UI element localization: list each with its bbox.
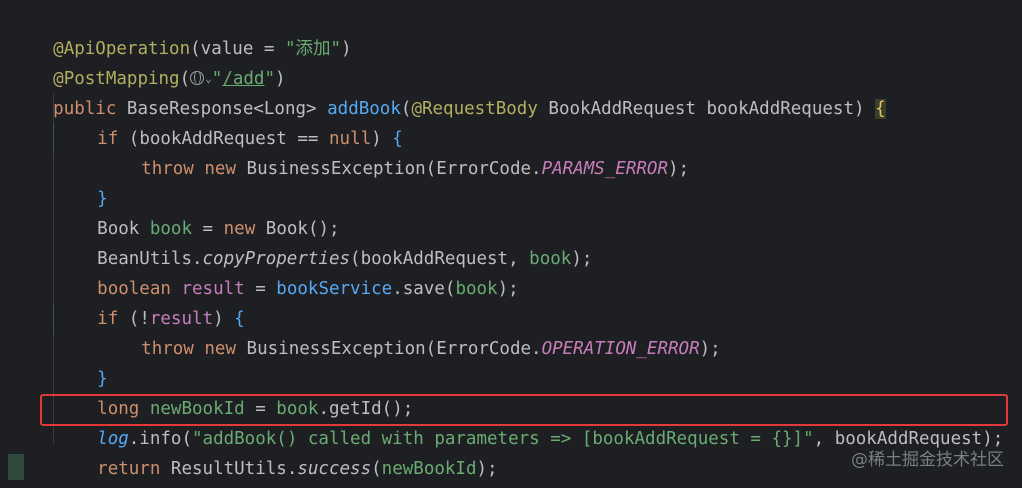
code-line-8[interactable]: BeanUtils.copyProperties(bookAddRequest,… [55, 214, 592, 269]
highlight-box [40, 394, 1008, 426]
indent-guide [53, 124, 54, 154]
variable: book [455, 279, 498, 299]
variable: newBookId [381, 459, 477, 479]
code-line-12[interactable]: } [55, 334, 108, 389]
code-line-16[interactable]: } [11, 454, 64, 484]
code-line-3[interactable]: public BaseResponse<Long> addBook(@Reque… [11, 64, 886, 119]
code-line-1[interactable]: @ApiOperation(value = "添加") [11, 4, 351, 59]
keyword: new [204, 339, 236, 359]
code-line-13[interactable]: long newBookId = book.getId(); [55, 364, 413, 419]
code-line-10[interactable]: if (!result) { [55, 274, 245, 329]
code-line-11[interactable]: throw new BusinessException(ErrorCode.OP… [99, 304, 721, 359]
code-editor[interactable]: @ApiOperation(value = "添加") @PostMapping… [0, 0, 1022, 488]
keyword: throw [141, 339, 194, 359]
code-line-9[interactable]: boolean result = bookService.save(book); [55, 244, 519, 299]
brace: { [875, 99, 886, 119]
method-name: success [297, 459, 372, 479]
code-line-5[interactable]: throw new BusinessException(ErrorCode.PA… [99, 124, 689, 179]
keyword: new [204, 159, 236, 179]
variable: book [529, 249, 572, 269]
code-line-15[interactable]: return ResultUtils.success(newBookId); [55, 424, 497, 479]
keyword: throw [141, 159, 194, 179]
annotation: @RequestBody [411, 99, 538, 119]
code-line-6[interactable]: } [55, 154, 108, 209]
constant: PARAMS_ERROR [541, 159, 669, 179]
watermark: @稀土掘金技术社区 [851, 450, 1004, 470]
field-name: bookService [276, 279, 393, 299]
code-line-7[interactable]: Book book = new Book(); [55, 184, 339, 239]
indent-guide [53, 304, 54, 334]
string-literal: "添加" [284, 39, 342, 59]
keyword: return [97, 459, 161, 479]
code-line-4[interactable]: if (bookAddRequest == null) { [55, 94, 403, 149]
code-line-2[interactable]: @PostMapping(⌄"/add") [11, 34, 285, 89]
constant: OPERATION_ERROR [541, 339, 700, 359]
